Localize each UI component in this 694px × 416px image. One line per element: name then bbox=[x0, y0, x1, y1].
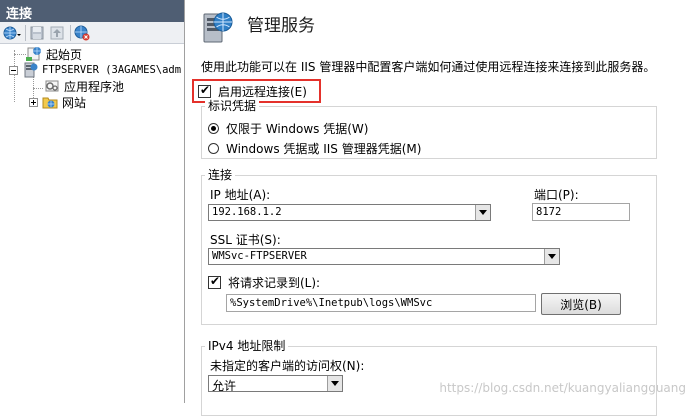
ip-address-combo[interactable]: 192.168.1.2 bbox=[208, 204, 491, 221]
dropdown-arrow-icon[interactable] bbox=[544, 249, 559, 264]
toolbar-separator bbox=[70, 24, 71, 41]
connections-pane: 连接 起始页 FTPSERVER (3AGAMES\adm 应用程序池 网站 bbox=[0, 0, 185, 403]
unspecified-access-value: 允许 bbox=[212, 379, 237, 392]
ssl-certificate-value: WMSvc-FTPSERVER bbox=[212, 250, 307, 262]
ssl-certificate-label: SSL 证书(S): bbox=[210, 233, 281, 247]
save-icon[interactable] bbox=[28, 24, 46, 42]
tree-item-label: FTPSERVER (3AGAMES\adm bbox=[42, 64, 182, 76]
connection-group-title: 连接 bbox=[205, 168, 236, 182]
check-mark-icon: ✔ bbox=[200, 82, 211, 97]
port-input[interactable]: 8172 bbox=[532, 203, 630, 221]
dropdown-arrow-icon[interactable] bbox=[327, 376, 342, 391]
page-description: 使用此功能可以在 IIS 管理器中配置客户端如何通过使用远程连接来连接到此服务器… bbox=[201, 60, 656, 74]
feature-page: 管理服务 使用此功能可以在 IIS 管理器中配置客户端如何通过使用远程连接来连接… bbox=[186, 0, 694, 416]
check-mark-icon: ✔ bbox=[210, 274, 221, 288]
tree-line bbox=[33, 88, 43, 89]
watermark-text: https://blog.csdn.net/kuangyaliangguang bbox=[439, 381, 686, 395]
log-requests-checkbox[interactable]: ✔ bbox=[208, 274, 221, 289]
disconnect-icon[interactable] bbox=[73, 24, 91, 42]
radio-button[interactable] bbox=[208, 123, 219, 134]
start-page-icon bbox=[26, 47, 41, 61]
server-icon bbox=[24, 62, 38, 78]
log-requests-label: 将请求记录到(L): bbox=[228, 276, 321, 290]
tree-item-start-page[interactable]: 起始页 bbox=[26, 46, 82, 62]
tree-line bbox=[14, 54, 26, 55]
collapse-toggle-icon[interactable] bbox=[9, 65, 18, 75]
enable-remote-label: 启用远程连接(E) bbox=[218, 84, 307, 99]
expand-toggle-icon[interactable] bbox=[29, 97, 38, 107]
toolbar-separator bbox=[25, 24, 26, 41]
radio-windows-or-iis[interactable]: Windows 凭据或 IIS 管理器凭据(M) bbox=[208, 140, 421, 157]
sites-folder-icon bbox=[42, 97, 58, 109]
log-path-input[interactable]: %SystemDrive%\Inetpub\logs\WMSvc bbox=[226, 294, 536, 312]
log-requests-row[interactable]: ✔ 将请求记录到(L): bbox=[208, 274, 320, 291]
app-pool-icon bbox=[45, 80, 59, 92]
connections-toolbar bbox=[0, 22, 184, 44]
enable-remote-checkbox[interactable]: ✔ bbox=[198, 82, 211, 98]
unspecified-access-label: 未指定的客户端的访问权(N): bbox=[210, 359, 365, 373]
browse-button[interactable]: 浏览(B) bbox=[541, 293, 621, 315]
tree-item-label: 起始页 bbox=[46, 47, 83, 62]
dropdown-arrow-icon[interactable] bbox=[475, 205, 490, 220]
ip-address-value: 192.168.1.2 bbox=[212, 206, 282, 218]
connections-header: 连接 bbox=[0, 0, 184, 22]
radio-label: Windows 凭据或 IIS 管理器凭据(M) bbox=[226, 142, 422, 156]
tree-item-server[interactable]: FTPSERVER (3AGAMES\adm bbox=[9, 62, 181, 78]
ip-address-label: IP 地址(A): bbox=[210, 188, 271, 202]
page-title: 管理服务 bbox=[247, 16, 315, 36]
ipv4-group-title: IPv4 地址限制 bbox=[205, 339, 289, 353]
identity-group-title: 标识凭据 bbox=[205, 99, 260, 113]
tree-item-label: 应用程序池 bbox=[64, 79, 125, 94]
tree-item-app-pools[interactable]: 应用程序池 bbox=[44, 78, 124, 94]
radio-windows-only[interactable]: 仅限于 Windows 凭据(W) bbox=[208, 120, 368, 137]
port-label: 端口(P): bbox=[534, 188, 579, 202]
up-level-icon[interactable] bbox=[48, 24, 66, 42]
management-service-icon bbox=[203, 12, 233, 43]
ssl-certificate-combo[interactable]: WMSvc-FTPSERVER bbox=[208, 248, 560, 265]
radio-button[interactable] bbox=[208, 143, 219, 154]
unspecified-access-combo[interactable]: 允许 bbox=[208, 375, 343, 392]
connect-globe-icon[interactable] bbox=[3, 24, 21, 42]
radio-label: 仅限于 Windows 凭据(W) bbox=[226, 122, 369, 136]
tree-item-sites[interactable]: 网站 bbox=[29, 94, 86, 110]
tree-item-label: 网站 bbox=[62, 95, 87, 110]
